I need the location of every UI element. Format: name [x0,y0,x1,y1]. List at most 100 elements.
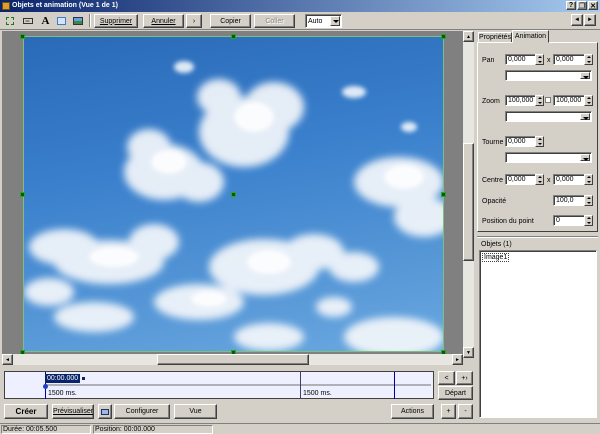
help-button[interactable]: ? [566,1,576,10]
zoom-x-spinner[interactable] [535,95,544,106]
zoom-easing-select[interactable] [505,111,592,122]
frame-tool-icon[interactable] [54,14,69,27]
rotate-spinner[interactable] [535,136,544,147]
center-handle[interactable] [231,192,236,197]
point-position-spinner[interactable] [584,215,593,226]
timeline-prev-button[interactable]: < [438,371,455,385]
timeline-current-time: 00:00.000 [47,375,79,382]
add-keyframe-button[interactable]: + [441,404,456,419]
toolbar-separator [89,14,91,27]
resize-handle-n[interactable] [231,34,236,39]
pan-x-spinner[interactable] [535,54,544,65]
center-y-input[interactable]: 0,000 [553,174,587,185]
timeline-keyframe-2[interactable] [394,372,395,399]
horizontal-scrollbar[interactable]: ◄ ► [2,354,463,365]
prev-view-button[interactable]: ◄ [571,14,583,26]
paste-button[interactable]: Coller [254,14,295,28]
horizontal-scroll-thumb[interactable] [157,354,309,365]
undo-button[interactable]: Annuler [143,14,184,28]
center-y-spinner[interactable] [584,174,593,185]
objects-list[interactable]: Image1 [479,250,597,418]
select-tool-icon[interactable] [2,14,17,27]
zoom-lock-checkbox[interactable] [545,97,551,103]
timeline-playhead[interactable] [43,384,48,389]
resize-handle-ne[interactable] [441,34,446,39]
vertical-scrollbar[interactable]: ▲ ▼ [463,31,474,358]
resize-handle-e[interactable] [441,192,446,197]
zoom-label: Zoom [482,98,500,105]
center-label: Centre [482,177,504,184]
segment-1-duration: 1500 ms. [48,390,77,397]
pan-label: Pan [482,57,495,64]
configure-button[interactable]: Configurer [114,404,170,419]
pan-x-symbol: x [547,57,551,64]
point-position-input[interactable]: 0 [553,215,587,226]
remove-keyframe-button[interactable]: - [458,404,473,419]
center-x-spinner[interactable] [535,174,544,185]
image-tool-icon[interactable] [70,14,85,27]
toolbar: cc A Supprimer Annuler › Copier Coller A… [0,12,600,30]
status-bar: Durée: 00:05.500 Position: 00:00.000 [0,423,600,434]
redo-button[interactable]: › [186,14,202,28]
timeline[interactable]: 00:00.000 1500 ms. 1500 ms. [4,371,434,399]
window-title: Objets et animation (Vue 1 de 1) [12,2,118,9]
opacity-input[interactable]: 100,0 [553,195,587,206]
list-item[interactable]: Image1 [482,253,510,262]
animation-tab-label: Animation [514,33,547,40]
timeline-track [45,384,431,386]
actions-button[interactable]: Actions [391,404,434,419]
segment-2-duration: 1500 ms. [303,390,332,397]
opacity-spinner[interactable] [584,195,593,206]
center-x-input[interactable]: 0,000 [505,174,539,185]
chevron-down-icon [580,113,590,120]
timeline-add-button[interactable]: +› [456,371,473,385]
scroll-up-button[interactable]: ▲ [463,31,474,42]
copy-button[interactable]: Copier [210,14,251,28]
resize-handle-w[interactable] [20,192,25,197]
opacity-label: Opacité [482,198,507,205]
scroll-right-button[interactable]: ► [452,354,463,365]
fullscreen-preview-button[interactable] [98,404,112,419]
caption-tool-icon[interactable]: cc [20,14,35,27]
next-view-button[interactable]: ► [584,14,596,26]
chevron-down-icon [580,154,590,161]
view-button[interactable]: Vue [174,404,217,419]
zoom-x-input[interactable]: 100,000 [505,95,539,106]
pan-x-input[interactable]: 0,000 [505,54,539,65]
title-bar: Objets et animation (Vue 1 de 1) ? ❐ ✕ [0,0,600,12]
create-button[interactable]: Créer [4,404,48,419]
scroll-down-button[interactable]: ▼ [463,347,474,358]
objects-divider [477,236,598,238]
rotate-input[interactable]: 0,000 [505,136,539,147]
app-icon [2,2,10,10]
chevron-down-icon [330,16,340,26]
timeline-keyframe-1[interactable] [300,372,301,399]
zoom-y-input[interactable]: 100,000 [553,95,587,106]
pan-easing-select[interactable] [505,70,592,81]
status-position: Position: 00:00.000 [95,426,155,433]
resize-handle-nw[interactable] [20,34,25,39]
pan-y-input[interactable]: 0,000 [553,54,587,65]
monitor-icon [101,408,109,415]
depart-button[interactable]: Départ [438,386,473,400]
center-x-symbol: x [547,177,551,184]
chevron-down-icon [580,72,590,79]
close-icon[interactable]: ✕ [588,1,598,10]
vertical-scroll-thumb[interactable] [463,143,474,261]
animation-tab[interactable]: Animation [512,30,549,43]
text-tool-icon[interactable]: A [38,14,53,27]
timeline-time-badge: 00:00.000 [45,374,81,383]
mode-select[interactable]: Auto [305,14,342,28]
delete-button[interactable]: Supprimer [94,14,138,28]
rotate-easing-select[interactable] [505,152,592,163]
point-position-label: Position du point [482,218,534,225]
properties-tab-label: Propriétés [479,34,511,41]
pan-y-spinner[interactable] [584,54,593,65]
zoom-y-spinner[interactable] [584,95,593,106]
restore-icon[interactable]: ❐ [577,1,587,10]
preview-button[interactable]: Prévisualiser [52,404,94,419]
rotate-label: Tourne [482,139,504,146]
status-position-panel: Position: 00:00.000 [93,425,213,434]
scroll-left-button[interactable]: ◄ [2,354,13,365]
status-duration: Durée: 00:05.500 [3,426,58,433]
